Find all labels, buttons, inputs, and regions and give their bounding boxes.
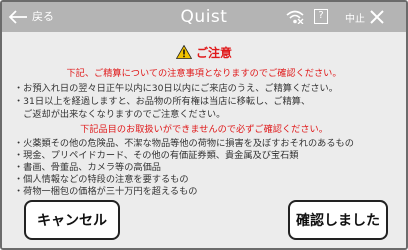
notice-point: ・お預入れ日の翌々日正午以内に30日以内にご来店のうえ、ご精算ください。 <box>14 83 338 94</box>
help-button[interactable]: ? <box>314 9 328 24</box>
notice-title-row: ご注意 <box>2 43 406 61</box>
screen-frame: 戻る Quist ? 中止 ご注意 下記、ご精算についての注意事項となりますので… <box>0 0 408 250</box>
warning-icon <box>175 45 192 59</box>
header-bar: 戻る Quist ? 中止 <box>2 2 406 32</box>
notice-point: ご返却が出来なくなりますのでご注意ください。 <box>14 109 226 120</box>
restricted-item: ・書画、骨董品、カメラ等の高価品 <box>14 162 161 173</box>
cancel-button[interactable]: キャンセル <box>24 200 120 240</box>
restricted-item: ・荷物一梱包の価格が三十万円を超えるもの <box>14 186 198 197</box>
notice-intro: 下記、ご精算についての注意事項となりますのでご確認ください。 <box>66 68 342 79</box>
restricted-item: ・個人情報などの特段の注意を要するもの <box>14 174 189 185</box>
notice-panel: ご注意 下記、ご精算についての注意事項となりますのでご確認ください。 ・お預入れ… <box>2 32 406 248</box>
notice-point: ・31日以上を経過しますと、お品物の所有権は当店に移転し、ご精算、 <box>14 96 311 107</box>
wifi-icon <box>286 10 304 24</box>
notice-title: ご注意 <box>195 45 232 60</box>
confirm-button[interactable]: 確認しました <box>288 200 388 240</box>
close-icon <box>370 10 384 24</box>
stop-button[interactable]: 中止 <box>345 7 385 27</box>
restricted-item: ・現金、プリペイドカード、その他の有価証券類、貴金属及び宝石類 <box>14 150 299 161</box>
stop-label: 中止 <box>345 13 365 25</box>
restricted-item: ・火薬類その他の危険品、不潔な物品等他の荷物に損害を及ぼすおそれのあるもの <box>14 138 354 149</box>
restricted-heading: 下記品目のお取扱いができませんので必ずご確認ください。 <box>80 124 328 135</box>
